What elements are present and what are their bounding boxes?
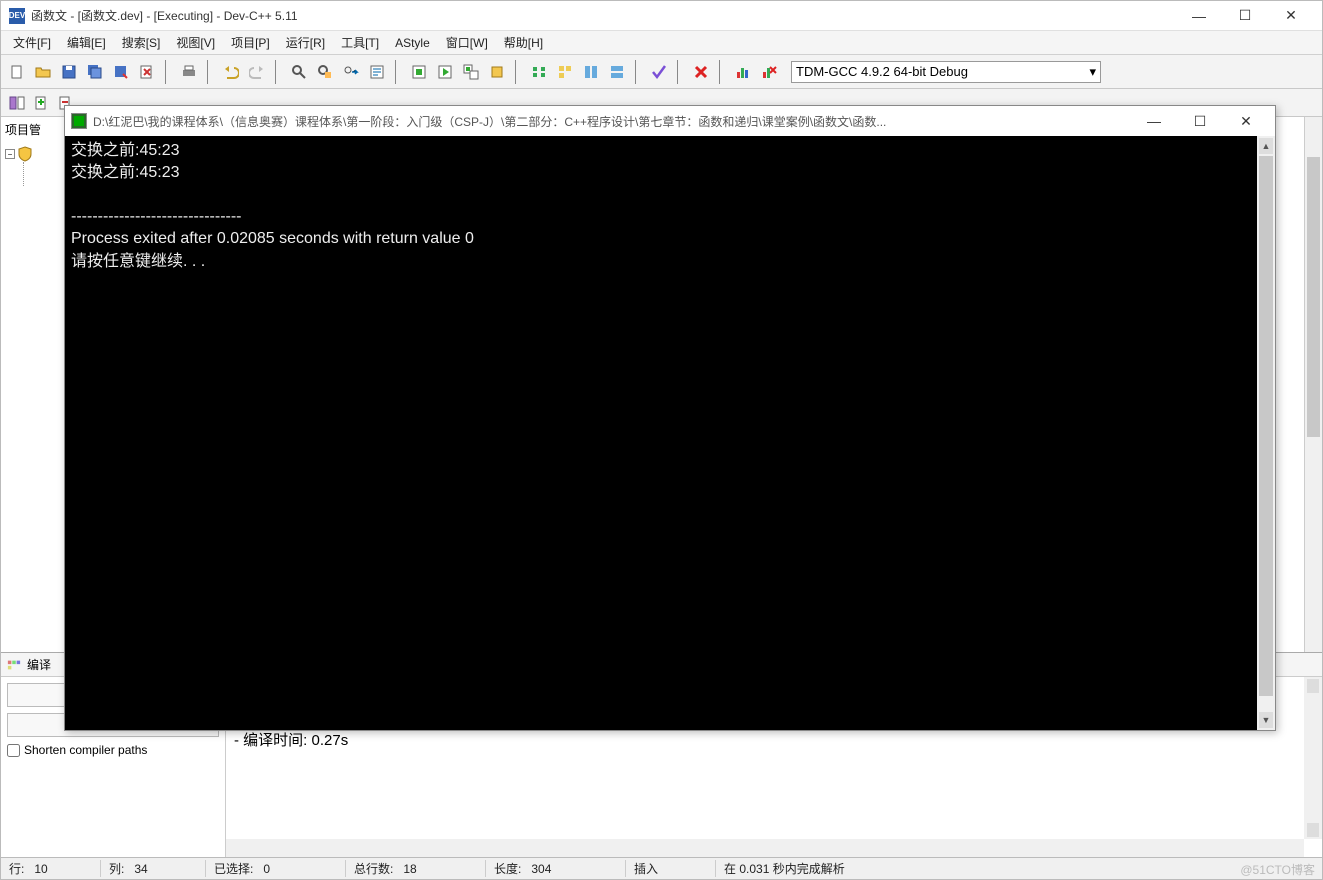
console-output[interactable]: 交换之前:45:23 交换之前:45:23 ------------------…: [65, 136, 1275, 730]
status-parse: 在 0.031 秒内完成解析: [716, 860, 1322, 877]
menu-search[interactable]: 搜索[S]: [114, 31, 169, 54]
close-button[interactable]: ✕: [1268, 1, 1314, 31]
profile-delete-icon[interactable]: [757, 60, 781, 84]
minimize-button[interactable]: —: [1176, 1, 1222, 31]
chevron-down-icon: ▾: [1089, 64, 1096, 80]
menu-bar: 文件[F] 编辑[E] 搜索[S] 视图[V] 项目[P] 运行[R] 工具[T…: [1, 31, 1322, 55]
status-sel-label: 已选择:: [214, 862, 253, 876]
status-total-label: 总行数:: [354, 862, 393, 876]
console-icon: [71, 113, 87, 129]
status-bar: 行: 10 列: 34 已选择: 0 总行数: 18 长度: 304 插入 在 …: [1, 857, 1322, 879]
scroll-up-icon[interactable]: ▲: [1259, 138, 1273, 154]
menu-edit[interactable]: 编辑[E]: [59, 31, 114, 54]
title-bar: DEV 函数文 - [函数文.dev] - [Executing] - Dev-…: [1, 1, 1322, 31]
save-as-icon[interactable]: [109, 60, 133, 84]
status-length-label: 长度:: [494, 862, 521, 876]
menu-file[interactable]: 文件[F]: [5, 31, 59, 54]
compile-run-icon[interactable]: [459, 60, 483, 84]
status-total-value: 18: [403, 862, 416, 876]
status-col-value: 34: [134, 862, 147, 876]
check-icon[interactable]: [647, 60, 671, 84]
console-minimize-button[interactable]: —: [1131, 106, 1177, 136]
shorten-paths-label: Shorten compiler paths: [24, 743, 147, 757]
scroll-down-icon[interactable]: ▼: [1259, 712, 1273, 728]
editor-scrollbar[interactable]: [1304, 117, 1322, 652]
console-line: 交换之前:45:23: [71, 164, 180, 181]
console-line: Process exited after 0.02085 seconds wit…: [71, 230, 474, 247]
rebuild-icon[interactable]: [485, 60, 509, 84]
window-title: 函数文 - [函数文.dev] - [Executing] - Dev-C++ …: [31, 7, 1176, 24]
project-panel-icon[interactable]: [7, 93, 27, 113]
project-icon: [17, 146, 33, 162]
shorten-paths-checkbox[interactable]: Shorten compiler paths: [7, 743, 219, 757]
status-insert-mode: 插入: [626, 860, 716, 877]
menu-tools[interactable]: 工具[T]: [333, 31, 387, 54]
profile-icon[interactable]: [731, 60, 755, 84]
log-vscrollbar[interactable]: [1304, 677, 1322, 839]
menu-help[interactable]: 帮助[H]: [496, 31, 551, 54]
menu-window[interactable]: 窗口[W]: [438, 31, 496, 54]
console-line: 交换之前:45:23: [71, 142, 180, 159]
undo-icon[interactable]: [219, 60, 243, 84]
watermark: @51CTO博客: [1240, 861, 1315, 878]
menu-view[interactable]: 视图[V]: [168, 31, 223, 54]
find-icon[interactable]: [287, 60, 311, 84]
status-sel-value: 0: [263, 862, 270, 876]
status-line-label: 行:: [9, 862, 24, 876]
maximize-button[interactable]: ☐: [1222, 1, 1268, 31]
find-next-icon[interactable]: [339, 60, 363, 84]
console-window: D:\红泥巴\我的课程体系\（信息奥赛）课程体系\第一阶段：入门级（CSP-J）…: [64, 105, 1276, 731]
compile-log-icon: [7, 658, 21, 672]
new-unit-icon[interactable]: [31, 93, 51, 113]
close-file-icon[interactable]: [135, 60, 159, 84]
console-title-bar: D:\红泥巴\我的课程体系\（信息奥赛）课程体系\第一阶段：入门级（CSP-J）…: [65, 106, 1275, 136]
status-line-value: 10: [34, 862, 47, 876]
scroll-thumb[interactable]: [1259, 156, 1273, 696]
tree-collapse-icon[interactable]: −: [5, 149, 15, 159]
goto-icon[interactable]: [365, 60, 389, 84]
debug-step-icon[interactable]: [553, 60, 577, 84]
project-tree-root[interactable]: −: [5, 146, 61, 162]
debug-output-icon[interactable]: [605, 60, 629, 84]
save-all-icon[interactable]: [83, 60, 107, 84]
stop-icon[interactable]: [689, 60, 713, 84]
app-icon: DEV: [9, 8, 25, 24]
debug-icon[interactable]: [527, 60, 551, 84]
menu-astyle[interactable]: AStyle: [387, 33, 438, 53]
toolbar: TDM-GCC 4.9.2 64-bit Debug ▾: [1, 55, 1322, 89]
compiler-select[interactable]: TDM-GCC 4.9.2 64-bit Debug ▾: [791, 61, 1101, 83]
console-line: 请按任意键继续. . .: [71, 253, 205, 270]
replace-icon[interactable]: [313, 60, 337, 84]
console-line: --------------------------------: [71, 208, 242, 225]
compiler-select-label: TDM-GCC 4.9.2 64-bit Debug: [796, 64, 968, 79]
bottom-tab-compile[interactable]: 编译: [27, 656, 51, 673]
menu-project[interactable]: 项目[P]: [223, 31, 278, 54]
new-file-icon[interactable]: [5, 60, 29, 84]
status-col-label: 列:: [109, 862, 124, 876]
console-maximize-button[interactable]: ☐: [1177, 106, 1223, 136]
redo-icon[interactable]: [245, 60, 269, 84]
console-scrollbar[interactable]: ▲ ▼: [1257, 136, 1275, 730]
sidebar-label: 项目管: [5, 121, 61, 138]
compile-line: - 编译时间: 0.27s: [234, 730, 1298, 753]
open-file-icon[interactable]: [31, 60, 55, 84]
menu-run[interactable]: 运行[R]: [278, 31, 333, 54]
shorten-paths-input[interactable]: [7, 744, 20, 757]
print-icon[interactable]: [177, 60, 201, 84]
console-title: D:\红泥巴\我的课程体系\（信息奥赛）课程体系\第一阶段：入门级（CSP-J）…: [93, 113, 1131, 130]
save-icon[interactable]: [57, 60, 81, 84]
project-sidebar: 项目管 −: [1, 117, 66, 652]
status-length-value: 304: [531, 862, 551, 876]
console-close-button[interactable]: ✕: [1223, 106, 1269, 136]
run-icon[interactable]: [433, 60, 457, 84]
debug-watch-icon[interactable]: [579, 60, 603, 84]
log-hscrollbar[interactable]: [226, 839, 1304, 857]
compile-icon[interactable]: [407, 60, 431, 84]
